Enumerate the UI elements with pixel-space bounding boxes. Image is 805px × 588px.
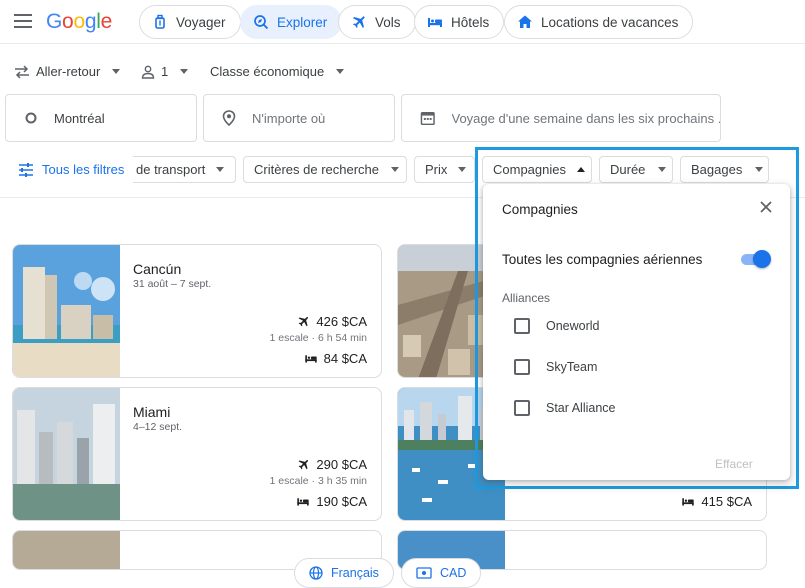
destination-placeholder: N'importe où: [252, 110, 326, 126]
trip-type-select[interactable]: Aller-retour: [14, 64, 121, 79]
hotel-price: 84 $CA: [323, 351, 367, 366]
location-pin-icon: [222, 110, 236, 126]
destination-field[interactable]: N'importe où: [203, 94, 395, 142]
currency-icon: [416, 567, 432, 579]
passengers-select[interactable]: 1: [141, 64, 189, 79]
google-logo[interactable]: Google: [46, 10, 112, 34]
filter-transport-label: de transport: [136, 162, 206, 177]
origin-field[interactable]: Montréal: [5, 94, 197, 142]
flight-stops: 1 escale · 6 h 54 min: [269, 332, 367, 344]
flight-price-row: 290 $CA: [297, 457, 367, 472]
airlines-dropdown: Compagnies Toutes les compagnies aérienn…: [483, 184, 790, 480]
chevron-down-icon: [112, 69, 121, 74]
all-airlines-label: Toutes les compagnies aériennes: [502, 252, 703, 267]
bed-icon: [297, 498, 310, 506]
plane-icon: [352, 16, 365, 29]
checkbox[interactable]: [514, 400, 530, 416]
currency-button[interactable]: CAD: [401, 558, 482, 588]
tune-icon: [19, 162, 33, 177]
hotel-price: 190 $CA: [316, 494, 367, 509]
trip-type-label: Aller-retour: [36, 64, 101, 79]
alliance-label: Star Alliance: [546, 401, 616, 415]
plane-icon: [299, 459, 309, 470]
bed-icon: [304, 355, 317, 363]
flight-price: 426 $CA: [316, 314, 367, 329]
alliance-label: SkyTeam: [546, 360, 598, 374]
cabin-class-select[interactable]: Classe économique: [210, 64, 345, 79]
bed-icon: [428, 18, 442, 27]
luggage-icon: [155, 14, 165, 29]
destination-card-miami[interactable]: Miami 4–12 sept. 290 $CA 1 escale · 3 h …: [12, 387, 382, 521]
filter-price-label: Prix: [425, 162, 448, 177]
filter-search-criteria[interactable]: Critères de recherche: [243, 156, 407, 183]
person-icon: [141, 65, 155, 79]
cabin-class-label: Classe économique: [210, 64, 325, 79]
nav-hotels[interactable]: Hôtels: [414, 5, 505, 39]
city-name: Cancún: [133, 261, 182, 277]
flight-price-row: 426 $CA: [297, 314, 367, 329]
filter-search-criteria-label: Critères de recherche: [254, 162, 379, 177]
chevron-down-icon: [180, 69, 189, 74]
globe-icon: [309, 566, 323, 580]
nav-hotels-label: Hôtels: [451, 14, 490, 30]
nav-travel[interactable]: Voyager: [139, 5, 241, 39]
alliance-oneworld[interactable]: Oneworld: [514, 318, 600, 334]
flight-price: 290 $CA: [316, 457, 367, 472]
all-filters-label: Tous les filtres: [42, 162, 125, 177]
alliance-label: Oneworld: [546, 319, 600, 333]
checkbox[interactable]: [514, 359, 530, 375]
house-icon: [518, 15, 532, 28]
menu-icon[interactable]: [14, 14, 32, 28]
trip-dates: 31 août – 7 sept.: [133, 278, 212, 290]
chevron-down-icon: [216, 167, 225, 172]
plane-icon: [299, 316, 309, 327]
all-airlines-toggle[interactable]: [739, 250, 771, 268]
alliances-heading: Alliances: [502, 291, 551, 305]
nav-travel-label: Voyager: [176, 14, 226, 30]
hotel-price-row: 84 $CA: [304, 351, 367, 366]
hotel-price: 415 $CA: [701, 494, 752, 509]
destination-photo: [13, 531, 120, 569]
close-icon[interactable]: [759, 200, 773, 214]
bed-icon: [682, 498, 695, 506]
flight-stops: 1 escale · 3 h 35 min: [269, 475, 367, 487]
explore-icon: [254, 15, 269, 30]
dates-field[interactable]: Voyage d'une semaine dans les six procha…: [401, 94, 721, 142]
language-button[interactable]: Français: [294, 558, 394, 588]
trip-dates: 4–12 sept.: [133, 421, 183, 433]
miami-photo: [13, 388, 120, 520]
nav-vacation-rentals-label: Locations de vacances: [541, 14, 679, 30]
toggle-knob: [753, 250, 771, 268]
language-label: Français: [331, 566, 379, 580]
alliance-skyteam[interactable]: SkyTeam: [514, 359, 597, 375]
nav-explore-label: Explorer: [277, 14, 328, 30]
chevron-down-icon: [458, 167, 467, 172]
hotel-price-row: 190 $CA: [296, 494, 367, 509]
currency-label: CAD: [440, 566, 467, 580]
destination-card-cancun[interactable]: Cancún 31 août – 7 sept. 426 $CA 1 escal…: [12, 244, 382, 378]
hotel-price-row: 415 $CA: [681, 494, 752, 509]
all-filters-button[interactable]: Tous les filtres: [18, 162, 124, 177]
top-bar: Google Voyager Explorer Vols Hôtels Loca…: [0, 0, 805, 44]
city-name: Miami: [133, 404, 171, 420]
chevron-down-icon: [391, 167, 399, 172]
swap-arrows-icon: [15, 64, 29, 79]
passengers-count: 1: [161, 64, 169, 79]
origin-circle-icon: [25, 112, 37, 124]
alliance-star-alliance[interactable]: Star Alliance: [514, 400, 615, 416]
calendar-icon: [420, 111, 435, 126]
filter-price[interactable]: Prix: [414, 156, 475, 183]
clear-button[interactable]: Effacer: [715, 457, 753, 471]
dates-placeholder: Voyage d'une semaine dans les six procha…: [451, 110, 721, 126]
cancun-photo: [13, 245, 120, 377]
origin-value: Montréal: [54, 110, 105, 126]
chevron-down-icon: [336, 69, 345, 74]
nav-flights-label: Vols: [375, 14, 401, 30]
nav-flights[interactable]: Vols: [338, 5, 416, 39]
nav-vacation-rentals[interactable]: Locations de vacances: [504, 5, 694, 39]
dropdown-title: Compagnies: [502, 202, 578, 217]
nav-explore[interactable]: Explorer: [240, 5, 343, 39]
checkbox[interactable]: [514, 318, 530, 334]
filter-transport[interactable]: de transport: [133, 156, 236, 183]
